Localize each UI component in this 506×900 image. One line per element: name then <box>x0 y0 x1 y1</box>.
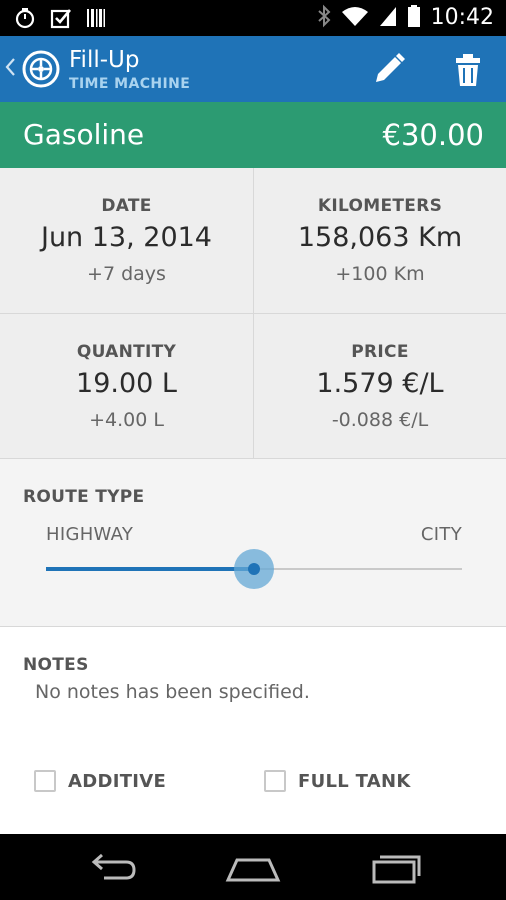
app-subtitle: TIME MACHINE <box>69 76 191 92</box>
stat-delta: +100 Km <box>335 263 425 285</box>
battery-icon <box>407 4 421 32</box>
route-max-label: CITY <box>420 524 462 545</box>
fuel-type: Gasoline <box>23 118 145 151</box>
home-icon[interactable] <box>223 850 283 886</box>
stat-quantity[interactable]: QUANTITY 19.00 L +4.00 L <box>0 313 253 458</box>
route-type-title: ROUTE TYPE <box>23 487 145 507</box>
route-type-slider[interactable] <box>46 549 462 589</box>
back-icon[interactable] <box>82 850 142 886</box>
notes-text: No notes has been specified. <box>35 681 310 703</box>
route-min-label: HIGHWAY <box>46 524 134 545</box>
action-bar: Fill-Up TIME MACHINE <box>0 36 506 102</box>
stat-label: DATE <box>101 196 152 216</box>
additive-checkbox[interactable]: ADDITIVE <box>34 770 166 792</box>
barcode-icon <box>86 7 106 33</box>
wheel-logo-icon[interactable] <box>22 50 60 88</box>
stat-value: 158,063 Km <box>297 222 463 253</box>
checkbox-label: FULL TANK <box>298 770 411 792</box>
full-tank-checkbox[interactable]: FULL TANK <box>264 770 411 792</box>
clock: 10:42 <box>430 5 494 30</box>
recent-apps-icon[interactable] <box>366 850 426 886</box>
stat-value: 19.00 L <box>76 368 177 399</box>
checkbox-box[interactable] <box>34 770 56 792</box>
bluetooth-icon <box>317 4 331 32</box>
app-title: Fill-Up <box>69 47 140 73</box>
slider-fill <box>46 567 254 571</box>
notes-section: NOTES No notes has been specified. ADDIT… <box>0 626 506 834</box>
notes-title: NOTES <box>23 655 89 675</box>
checkbox-box[interactable] <box>264 770 286 792</box>
stat-value: 1.579 €/L <box>316 368 444 399</box>
stat-date[interactable]: DATE Jun 13, 2014 +7 days <box>0 168 253 313</box>
wifi-icon <box>341 5 369 31</box>
delete-icon[interactable] <box>448 50 488 90</box>
fuel-cost: €30.00 <box>382 118 484 152</box>
fill-up-details: DATE Jun 13, 2014 +7 days KILOMETERS 158… <box>0 168 506 834</box>
navigation-bar <box>0 834 506 900</box>
slider-thumb[interactable] <box>234 549 274 589</box>
checkbox-icon <box>50 7 72 33</box>
edit-icon[interactable] <box>368 50 408 90</box>
checkbox-label: ADDITIVE <box>68 770 167 792</box>
fuel-header: Gasoline €30.00 <box>0 102 506 168</box>
route-type-section: ROUTE TYPE HIGHWAY CITY <box>0 458 506 626</box>
stopwatch-icon <box>14 7 36 33</box>
status-bar: 10:42 <box>0 0 506 36</box>
stat-kilometers[interactable]: KILOMETERS 158,063 Km +100 Km <box>253 168 506 313</box>
stat-delta: -0.088 €/L <box>331 409 429 431</box>
signal-icon <box>379 5 397 31</box>
stat-price[interactable]: PRICE 1.579 €/L -0.088 €/L <box>253 313 506 458</box>
stat-label: PRICE <box>351 342 409 362</box>
stat-label: QUANTITY <box>76 342 177 362</box>
stat-value: Jun 13, 2014 <box>40 222 212 253</box>
stat-label: KILOMETERS <box>317 196 443 216</box>
stat-delta: +7 days <box>87 263 166 285</box>
stats-grid: DATE Jun 13, 2014 +7 days KILOMETERS 158… <box>0 168 506 458</box>
up-chevron-icon[interactable] <box>4 56 16 82</box>
stat-delta: +4.00 L <box>89 409 164 431</box>
